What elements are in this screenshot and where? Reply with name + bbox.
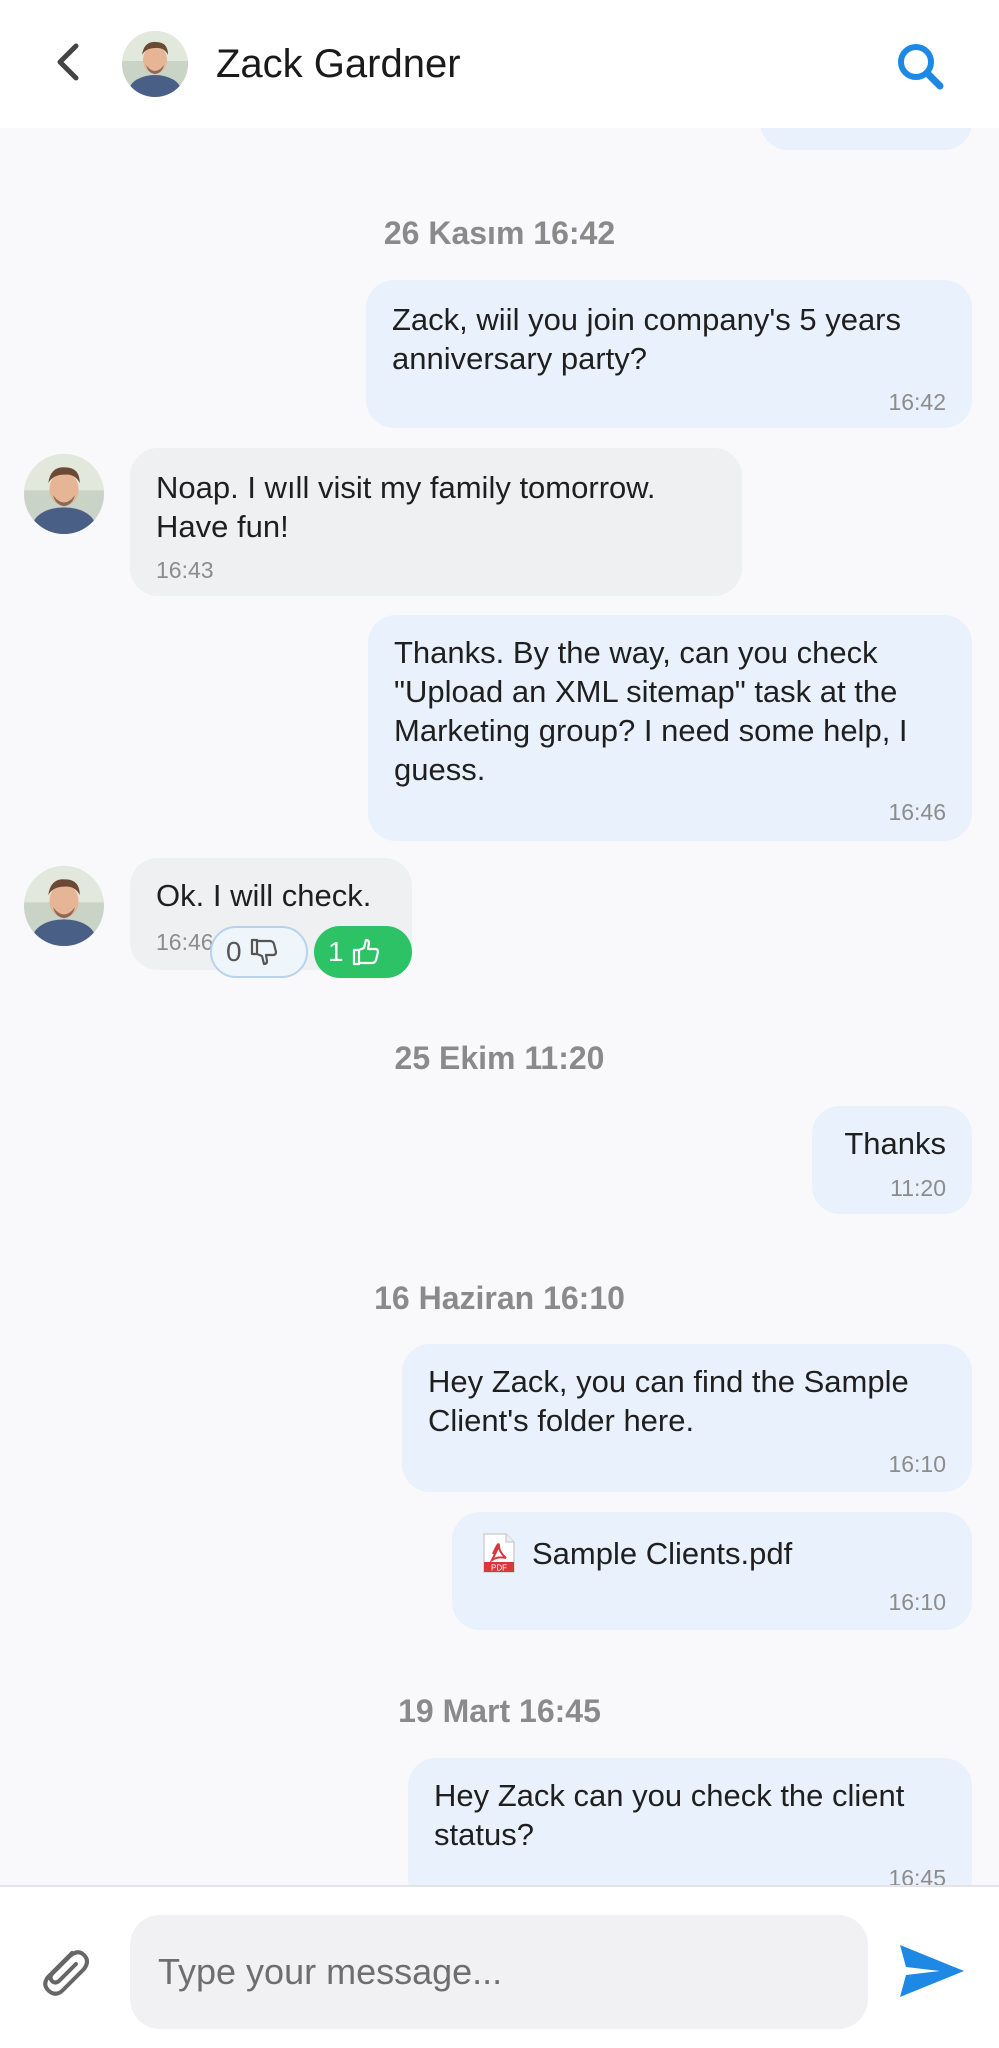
message-bubble-incoming[interactable]: Noap. I wıll visit my family tomorrow. H… <box>130 448 742 596</box>
date-separator: 19 Mart 16:45 <box>398 1693 601 1729</box>
message-composer <box>0 1885 999 2048</box>
contact-name[interactable]: Zack Gardner <box>216 38 461 90</box>
send-icon[interactable] <box>896 1935 968 2007</box>
message-list[interactable]: 26 Kasım 16:42 Zack, wiil you join compa… <box>0 128 999 1885</box>
message-bubble-outgoing[interactable]: Zack, wiil you join company's 5 years an… <box>366 280 972 428</box>
thumbs-down-icon <box>250 938 277 966</box>
file-attachment-bubble[interactable]: PDF Sample Clients.pdf 16:10 <box>452 1512 972 1630</box>
message-bubble-outgoing[interactable]: Hey Zack can you check the client status… <box>408 1758 972 1885</box>
message-text: Thanks. By the way, can you check "Uploa… <box>394 635 908 787</box>
message-time: 16:46 <box>156 929 214 955</box>
thumbs-up-icon <box>352 938 379 966</box>
message-text: Hey Zack can you check the client status… <box>434 1778 905 1852</box>
message-time: 11:20 <box>890 1175 946 1201</box>
message-text: Zack, wiil you join company's 5 years an… <box>392 302 902 376</box>
file-name[interactable]: Sample Clients.pdf <box>532 1534 792 1573</box>
message-time: 16:45 <box>888 1865 946 1885</box>
paperclip-icon[interactable] <box>32 1939 96 2003</box>
contact-avatar[interactable] <box>122 31 188 97</box>
like-count: 1 <box>328 936 344 967</box>
like-reaction-button[interactable]: 1 <box>314 926 412 978</box>
message-time: 16:10 <box>888 1451 946 1477</box>
message-bubble-outgoing <box>760 128 972 150</box>
message-input[interactable] <box>130 1915 868 2029</box>
message-time: 16:43 <box>156 557 214 583</box>
date-separator: 25 Ekim 11:20 <box>394 1040 605 1076</box>
contact-avatar[interactable] <box>24 454 104 534</box>
message-time: 16:46 <box>888 799 946 825</box>
dislike-count: 0 <box>226 936 242 967</box>
message-time: 16:42 <box>888 389 946 415</box>
message-time: 16:10 <box>888 1589 946 1615</box>
message-text: Ok. I will check. <box>156 878 372 913</box>
message-text: Noap. I wıll visit my family tomorrow. H… <box>156 470 656 544</box>
contact-avatar[interactable] <box>24 866 104 946</box>
message-text: Hey Zack, you can find the Sample Client… <box>428 1364 909 1438</box>
message-text: Thanks <box>844 1126 946 1161</box>
message-bubble-outgoing[interactable]: Thanks. By the way, can you check "Uploa… <box>368 615 972 841</box>
search-icon[interactable] <box>892 38 948 94</box>
svg-text:PDF: PDF <box>491 1564 507 1573</box>
message-bubble-outgoing[interactable]: Thanks 11:20 <box>812 1106 972 1214</box>
date-separator: 26 Kasım 16:42 <box>383 215 616 251</box>
pdf-file-icon: PDF <box>483 1533 515 1573</box>
message-bubble-outgoing[interactable]: Hey Zack, you can find the Sample Client… <box>402 1344 972 1492</box>
chevron-left-icon[interactable] <box>48 40 92 84</box>
dislike-reaction-button[interactable]: 0 <box>210 926 308 978</box>
chat-header: Zack Gardner <box>0 0 999 128</box>
date-separator: 16 Haziran 16:10 <box>374 1280 625 1316</box>
